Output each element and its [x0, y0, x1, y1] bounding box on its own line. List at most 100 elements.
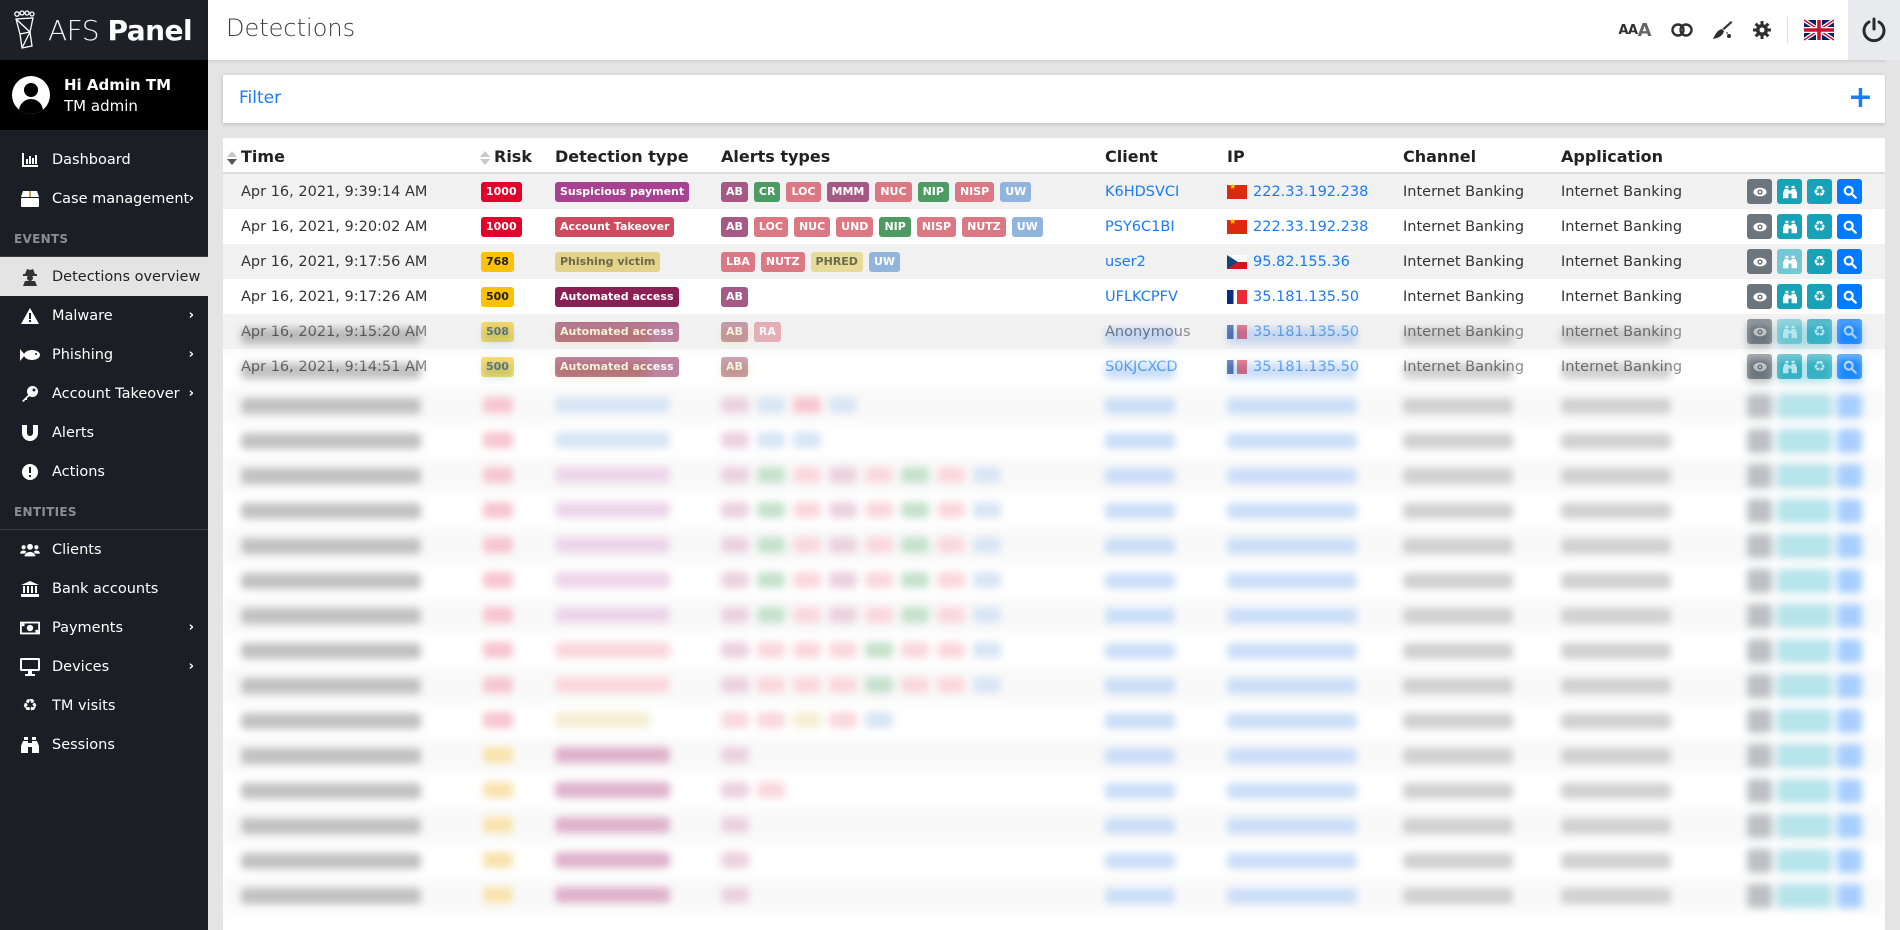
sidebar-item-case-management[interactable]: Case management ›	[0, 179, 208, 218]
client-link[interactable]: user2	[1105, 244, 1146, 279]
client-link[interactable]: PSY6C1BI	[1105, 209, 1175, 244]
search-button[interactable]	[1837, 249, 1862, 274]
tm-visits-button[interactable]: ♻	[1807, 354, 1832, 379]
logout-button[interactable]	[1848, 0, 1900, 60]
sidebar-item-label: Malware	[52, 307, 113, 324]
tm-visits-button[interactable]: ♻	[1807, 284, 1832, 309]
table-row[interactable]: Apr 16, 2021, 9:17:26 AM 500 Automated a…	[223, 279, 1885, 314]
detection-type-badge: Automated access	[555, 321, 679, 342]
alert-type-badge: NIP	[879, 216, 911, 237]
recycle-icon: ♻	[1813, 358, 1826, 375]
search-icon	[1843, 185, 1857, 199]
logo[interactable]: AFS Panel	[0, 0, 208, 60]
alert-type-badge: UW	[1011, 216, 1043, 237]
country-flag-cn-icon	[1227, 217, 1247, 234]
contrast-toggle-icon[interactable]	[1671, 23, 1693, 37]
logo-text-bold: Panel	[107, 13, 193, 47]
broom-icon[interactable]	[1713, 21, 1733, 39]
sidebar-item-sessions[interactable]: Sessions	[0, 725, 208, 764]
alert-type-badge: NISP	[954, 181, 995, 202]
sessions-button[interactable]	[1777, 319, 1802, 344]
add-filter-button[interactable]: +	[1848, 81, 1873, 115]
footprint-logo-icon	[14, 10, 35, 49]
ip-link[interactable]: 35.181.135.50	[1253, 359, 1359, 375]
sidebar-item-alerts[interactable]: Alerts	[0, 413, 208, 452]
sidebar-item-dashboard[interactable]: Dashboard	[0, 140, 208, 179]
power-icon	[1862, 17, 1886, 43]
column-label: Risk	[494, 147, 532, 166]
sidebar-item-phishing[interactable]: Phishing ›	[0, 335, 208, 374]
view-detail-button[interactable]	[1747, 249, 1772, 274]
table-row[interactable]: Apr 16, 2021, 9:39:14 AM 1000 Suspicious…	[223, 174, 1885, 209]
eye-icon	[1752, 185, 1767, 199]
recycle-icon: ♻	[1813, 218, 1826, 235]
sidebar-item-bank-accounts[interactable]: Bank accounts	[0, 569, 208, 608]
search-button[interactable]	[1837, 319, 1862, 344]
sidebar-item-actions[interactable]: Actions	[0, 452, 208, 491]
client-link[interactable]: S0KJCXCD	[1105, 349, 1178, 384]
table-row[interactable]: Apr 16, 2021, 9:20:02 AM 1000 Account Ta…	[223, 209, 1885, 244]
view-detail-button[interactable]	[1747, 319, 1772, 344]
header-toolbar: AA A	[1608, 0, 1900, 60]
alert-type-badge: NUTZ	[760, 251, 805, 272]
font-size-small-label: AA	[1618, 22, 1638, 38]
sidebar-item-clients[interactable]: Clients	[0, 530, 208, 569]
sessions-button[interactable]	[1777, 284, 1802, 309]
user-profile[interactable]: Hi Admin TM TM admin	[0, 60, 208, 130]
tm-visits-button[interactable]: ♻	[1807, 179, 1832, 204]
uk-flag-language-icon[interactable]	[1804, 19, 1834, 41]
ip-link[interactable]: 222.33.192.238	[1253, 219, 1368, 235]
table-header: Time Risk Detection type Alerts types Cl…	[223, 138, 1885, 174]
sessions-button[interactable]	[1777, 214, 1802, 239]
alert-type-badge: NUC	[875, 181, 912, 202]
ip-link[interactable]: 35.181.135.50	[1253, 289, 1359, 305]
client-link[interactable]: UFLKCPFV	[1105, 279, 1178, 314]
ip-link[interactable]: 35.181.135.50	[1253, 324, 1359, 340]
table-row[interactable]: Apr 16, 2021, 9:14:51 AM 500 Automated a…	[223, 349, 1885, 384]
logo-text-light: AFS	[48, 13, 100, 47]
tm-visits-button[interactable]: ♻	[1807, 249, 1832, 274]
search-button[interactable]	[1837, 284, 1862, 309]
sessions-button[interactable]	[1777, 179, 1802, 204]
user-role: TM admin	[64, 96, 138, 115]
alerts-types-cell: AB RA	[721, 314, 787, 349]
sessions-button[interactable]	[1777, 354, 1802, 379]
filter-toggle[interactable]: Filter	[239, 88, 281, 108]
sidebar-item-account-takeover[interactable]: Account Takeover ›	[0, 374, 208, 413]
alert-type-badge: RA	[753, 321, 781, 342]
table-row[interactable]: Apr 16, 2021, 9:17:56 AM 768 Phishing vi…	[223, 244, 1885, 279]
table-row[interactable]: Apr 16, 2021, 9:15:20 AM 508 Automated a…	[223, 314, 1885, 349]
sidebar-item-tm-visits[interactable]: ♻ TM visits	[0, 686, 208, 725]
page-scrollbar[interactable]	[1886, 60, 1900, 930]
blurred-row	[223, 668, 1885, 703]
font-size-icon[interactable]: AA A	[1618, 20, 1651, 41]
sidebar-item-devices[interactable]: Devices ›	[0, 647, 208, 686]
ip-link[interactable]: 95.82.155.36	[1253, 254, 1350, 270]
chevron-right-icon: ›	[188, 386, 194, 401]
column-header-time[interactable]: Time	[227, 147, 285, 166]
view-detail-button[interactable]	[1747, 214, 1772, 239]
channel-cell: Internet Banking	[1403, 253, 1525, 270]
eye-icon	[1752, 360, 1767, 374]
search-button[interactable]	[1837, 214, 1862, 239]
recycle-icon: ♻	[22, 695, 38, 716]
view-detail-button[interactable]	[1747, 354, 1772, 379]
sidebar-item-malware[interactable]: Malware ›	[0, 296, 208, 335]
view-detail-button[interactable]	[1747, 179, 1772, 204]
sidebar-item-detections-overview[interactable]: Detections overview	[0, 257, 208, 296]
search-button[interactable]	[1837, 179, 1862, 204]
sessions-button[interactable]	[1777, 249, 1802, 274]
tm-visits-button[interactable]: ♻	[1807, 214, 1832, 239]
client-link[interactable]: K6HDSVCI	[1105, 174, 1179, 209]
risk-badge: 508	[481, 321, 514, 342]
bank-icon	[20, 579, 40, 599]
toolbar-divider	[1787, 17, 1788, 43]
tm-visits-button[interactable]: ♻	[1807, 319, 1832, 344]
column-header-risk[interactable]: Risk	[480, 147, 532, 166]
search-button[interactable]	[1837, 354, 1862, 379]
alert-type-badge: PHRED	[810, 251, 863, 272]
gear-icon[interactable]	[1753, 21, 1771, 39]
view-detail-button[interactable]	[1747, 284, 1772, 309]
sidebar-item-payments[interactable]: Payments ›	[0, 608, 208, 647]
ip-link[interactable]: 222.33.192.238	[1253, 184, 1368, 200]
